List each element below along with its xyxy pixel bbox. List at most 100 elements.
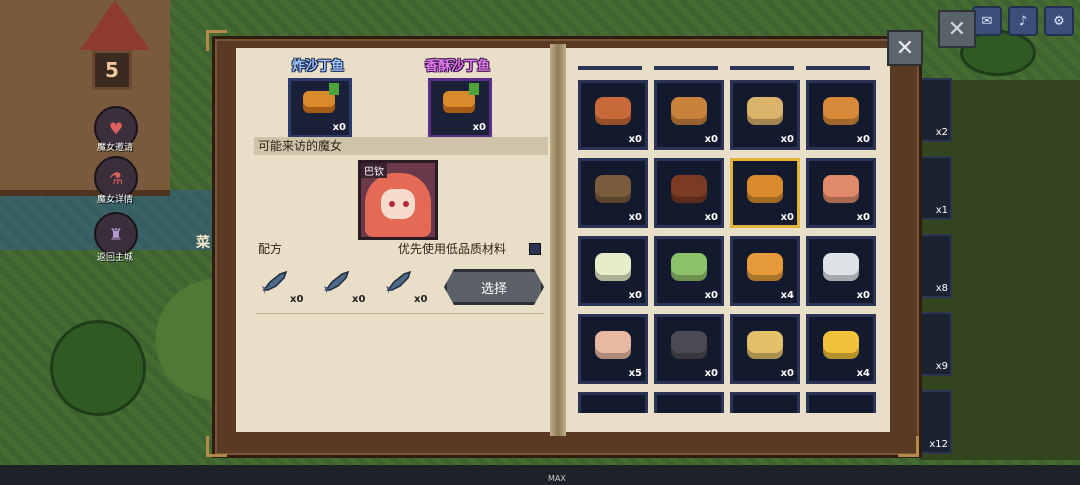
dish-count: x0 <box>628 212 642 223</box>
witch-portrait[interactable]: 巴钦 <box>358 160 438 240</box>
mussel-icon <box>671 331 707 359</box>
close-icon: ✕ <box>895 35 915 61</box>
grid-row-edge <box>806 66 870 70</box>
salad-icon <box>671 253 707 281</box>
recipe-section-label: 配方 <box>258 242 283 256</box>
potion-icon: ⚗ <box>108 168 124 188</box>
dish-count: x5 <box>628 368 642 379</box>
dish-slot-fried-sardine[interactable]: x0 <box>288 78 352 138</box>
dish-count: x0 <box>780 212 794 223</box>
dish-slot[interactable]: x4 <box>730 236 800 306</box>
sound-icon[interactable]: ♪ <box>1008 6 1038 36</box>
witch-face <box>381 189 415 219</box>
dish-slot[interactable]: x0 <box>806 158 876 228</box>
dish-count: x0 <box>780 368 794 379</box>
witch-eye <box>403 201 409 207</box>
outer-close-button[interactable]: ✕ <box>938 10 976 48</box>
tuna-sushi-icon <box>823 175 859 203</box>
dish-count: x0 <box>704 368 718 379</box>
pie-icon <box>747 97 783 125</box>
tree <box>50 320 146 416</box>
ingredient-count: x0 <box>290 294 304 305</box>
dish-slot[interactable]: x0 <box>806 80 876 150</box>
corn-icon <box>823 331 859 359</box>
dish-count: x0 <box>704 134 718 145</box>
dish-slot[interactable]: x0 <box>654 158 724 228</box>
heart-icon: ♥ <box>108 118 124 138</box>
grid-row-edge <box>578 66 642 70</box>
gear-icon[interactable]: ⚙ <box>1044 6 1074 36</box>
dish-slot-partial[interactable] <box>730 392 800 413</box>
castle-icon: ♜ <box>108 224 124 244</box>
witch-name: 巴钦 <box>361 163 387 178</box>
dish-slot[interactable]: x5 <box>578 314 648 384</box>
grid-row-edge <box>730 66 794 70</box>
book-corner <box>206 436 227 457</box>
house-building <box>0 0 170 196</box>
dish-count: x0 <box>628 134 642 145</box>
dish-name-crispy-sardine: 香酥沙丁鱼 <box>425 59 491 74</box>
low-quality-toggle-label: 优先使用低品质材料 <box>398 242 507 256</box>
ingredient-count: x0 <box>414 294 428 305</box>
dish-name-fried-sardine: 炸沙丁鱼 <box>292 59 345 74</box>
dish-slot[interactable]: x0 <box>654 314 724 384</box>
dish-slot[interactable]: x0 <box>806 236 876 306</box>
fried-fish-icon <box>303 83 339 113</box>
ingredient-count: x0 <box>352 294 366 305</box>
dish-slot-partial[interactable] <box>578 392 648 413</box>
witch-invite-label: 魔女邀请 <box>96 143 133 153</box>
bottom-bar <box>0 465 1080 485</box>
dish-slot[interactable]: x4 <box>806 314 876 384</box>
dish-slot-partial[interactable] <box>806 392 876 413</box>
bun-icon <box>747 331 783 359</box>
dish-count: x0 <box>704 212 718 223</box>
dish-count: x0 <box>780 134 794 145</box>
dish-slot[interactable]: x0 <box>730 314 800 384</box>
grid-row-edge <box>654 66 718 70</box>
shrimp-plate-icon <box>595 331 631 359</box>
return-city-label: 返回主城 <box>96 253 133 263</box>
dish-count: x4 <box>780 290 794 301</box>
max-label: MAX <box>548 474 566 483</box>
dish-slot[interactable]: x0 <box>578 158 648 228</box>
dish-count: x0 <box>856 134 870 145</box>
dish-count: x4 <box>856 368 870 379</box>
low-quality-toggle[interactable] <box>529 243 541 255</box>
visitor-section-header: 可能来访的魔女 <box>254 137 548 155</box>
dish-slot[interactable]: x0 <box>654 236 724 306</box>
dish-slot-partial[interactable] <box>654 392 724 413</box>
dish-count: x0 <box>472 122 486 133</box>
level-badge: 5 <box>92 50 132 90</box>
dish-count: x0 <box>628 290 642 301</box>
witch-eye <box>389 201 395 207</box>
witch-detail-label: 魔女详情 <box>96 195 133 205</box>
steak-icon <box>671 175 707 203</box>
sandwich-icon <box>671 97 707 125</box>
dish-slot[interactable]: x0 <box>730 80 800 150</box>
behind-panel-text: 菜 <box>196 235 210 251</box>
divider <box>256 313 544 314</box>
gratin-icon <box>823 97 859 125</box>
dish-slot-crispy-sardine[interactable]: x0 <box>428 78 492 138</box>
dish-count: x0 <box>332 122 346 133</box>
dish-slot[interactable]: x0 <box>654 80 724 150</box>
basket-icon <box>595 175 631 203</box>
fried-fish-icon <box>747 175 783 203</box>
dish-slot[interactable]: x0 <box>730 158 800 228</box>
pizza-icon <box>747 253 783 281</box>
dish-count: x0 <box>856 290 870 301</box>
select-button[interactable]: 选择 <box>444 269 544 305</box>
top-right-icon-bar: ✉ ♪ ⚙ <box>972 6 1074 36</box>
dish-count: x0 <box>704 290 718 301</box>
sushi-platter-icon <box>595 97 631 125</box>
dish-slot[interactable]: x0 <box>578 80 648 150</box>
dish-slot[interactable]: x0 <box>578 236 648 306</box>
sardine-icon <box>386 270 412 294</box>
book-corner <box>206 30 227 51</box>
soup-bowl-icon <box>595 253 631 281</box>
dish-count: x0 <box>856 212 870 223</box>
mail-icon[interactable]: ✉ <box>972 6 1002 36</box>
sardine-icon <box>324 270 350 294</box>
sardine-icon <box>262 270 288 294</box>
close-book-button[interactable]: ✕ <box>887 30 923 66</box>
